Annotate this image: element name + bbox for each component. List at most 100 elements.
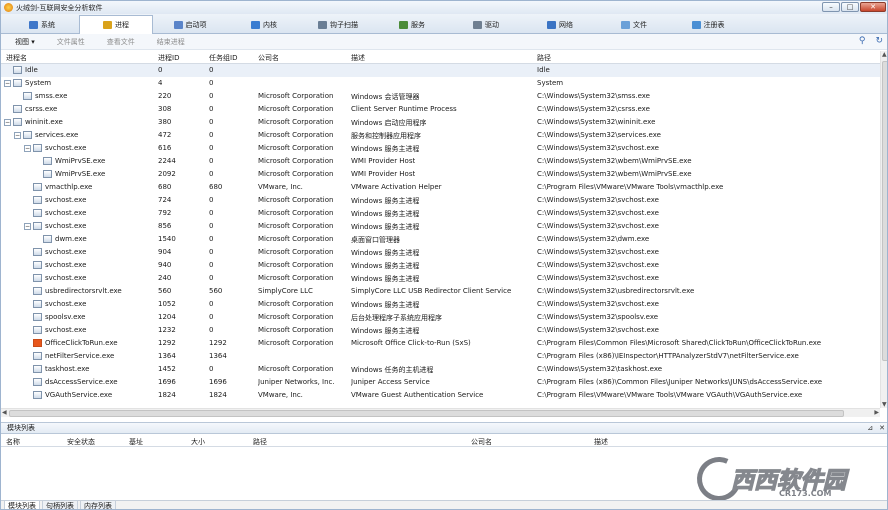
module-col-name-header[interactable]: 名称 bbox=[6, 437, 20, 447]
tab-handle-list[interactable]: 句柄列表 bbox=[42, 501, 78, 509]
scroll-right-icon[interactable]: ▶ bbox=[874, 409, 879, 416]
process-name: OfficeClickToRun.exe bbox=[45, 339, 118, 347]
table-row[interactable]: − svchost.exe 856 0 Microsoft Corporation Win… bbox=[1, 220, 880, 233]
cell-tgid: 0 bbox=[209, 274, 214, 282]
scroll-up-icon[interactable]: ▲ bbox=[882, 51, 887, 58]
cell-tgid: 0 bbox=[209, 144, 214, 152]
table-row[interactable]: svchost.exe 904 0 Microsoft Corporation Wind… bbox=[1, 246, 880, 259]
table-row[interactable]: WmiPrvSE.exe 2092 0 Microsoft Corporation WM… bbox=[1, 168, 880, 181]
collapse-toggle-icon[interactable]: − bbox=[24, 145, 31, 152]
cell-desc: Windows 服务主进程 bbox=[351, 197, 420, 205]
horizontal-scroll-thumb[interactable] bbox=[9, 410, 844, 417]
process-name: svchost.exe bbox=[45, 326, 87, 334]
tab-driver[interactable]: 驱动 bbox=[449, 15, 523, 34]
module-col-description-header[interactable]: 描述 bbox=[594, 437, 608, 447]
module-col-size-header[interactable]: 大小 bbox=[191, 437, 205, 447]
collapse-toggle-icon[interactable]: − bbox=[4, 119, 11, 126]
tab-network[interactable]: 网络 bbox=[523, 15, 597, 34]
table-row[interactable]: vmacthlp.exe 680 680 VMware, Inc. VMware Act… bbox=[1, 181, 880, 194]
cell-company: Microsoft Corporation bbox=[258, 157, 334, 165]
col-pid-header[interactable]: 进程ID bbox=[158, 53, 179, 63]
cell-company: Microsoft Corporation bbox=[258, 365, 334, 373]
refresh-icon[interactable]: ↻ bbox=[875, 36, 883, 46]
col-description-header[interactable]: 描述 bbox=[351, 53, 365, 63]
watermark-logo: 西西软件园 CR173.COM bbox=[690, 450, 869, 508]
table-row[interactable]: csrss.exe 308 0 Microsoft Corporation Client… bbox=[1, 103, 880, 116]
table-row[interactable]: netFilterService.exe 1364 1364 C:\Program F… bbox=[1, 350, 880, 363]
table-row[interactable]: OfficeClickToRun.exe 1292 1292 Microsoft Co… bbox=[1, 337, 880, 350]
view-menu[interactable]: 视图 ▾ bbox=[15, 37, 35, 47]
collapse-toggle-icon[interactable]: − bbox=[24, 223, 31, 230]
tab-hook[interactable]: 钩子扫描 bbox=[301, 15, 375, 34]
binoculars-icon[interactable]: ⚲ bbox=[859, 36, 866, 46]
table-row[interactable]: − System 4 0 System bbox=[1, 77, 880, 90]
process-icon bbox=[33, 274, 42, 282]
cell-path: C:\Windows\System32\svchost.exe bbox=[537, 300, 659, 308]
col-process-name-header[interactable]: 进程名 bbox=[6, 53, 27, 63]
scroll-down-icon[interactable]: ▼ bbox=[882, 401, 887, 408]
module-col-path-header[interactable]: 路径 bbox=[253, 437, 267, 447]
cell-tgid: 0 bbox=[209, 261, 214, 269]
col-path-header[interactable]: 路径 bbox=[537, 53, 551, 63]
process-icon bbox=[23, 92, 32, 100]
table-row[interactable]: smss.exe 220 0 Microsoft Corporation Windows… bbox=[1, 90, 880, 103]
process-icon bbox=[33, 261, 42, 269]
table-row[interactable]: svchost.exe 724 0 Microsoft Corporation Wind… bbox=[1, 194, 880, 207]
tab-module-list[interactable]: 模块列表 bbox=[4, 501, 40, 509]
view-file-button[interactable]: 查看文件 bbox=[107, 37, 135, 47]
collapse-toggle-icon[interactable]: − bbox=[4, 80, 11, 87]
cell-path: C:\Program Files\VMware\VMware Tools\VMw… bbox=[537, 391, 803, 399]
tab-memory-list[interactable]: 内存列表 bbox=[80, 501, 116, 509]
cell-tgid: 680 bbox=[209, 183, 223, 191]
horizontal-scrollbar[interactable]: ◀ ▶ bbox=[1, 408, 880, 417]
table-row[interactable]: Idle 0 0 Idle bbox=[1, 64, 880, 77]
tab-startup[interactable]: 启动项 bbox=[153, 15, 227, 34]
table-row[interactable]: − wininit.exe 380 0 Microsoft Corporation Win… bbox=[1, 116, 880, 129]
vertical-scroll-thumb[interactable] bbox=[882, 61, 887, 361]
collapse-toggle-icon[interactable]: − bbox=[14, 132, 21, 139]
tab-kernel[interactable]: 内核 bbox=[227, 15, 301, 34]
cell-pid: 904 bbox=[158, 248, 172, 256]
close-button[interactable]: ✕ bbox=[860, 2, 886, 12]
tab-service[interactable]: 服务 bbox=[375, 15, 449, 34]
module-col-security-status-header[interactable]: 安全状态 bbox=[67, 437, 95, 447]
table-row[interactable]: svchost.exe 1232 0 Microsoft Corporation Win… bbox=[1, 324, 880, 337]
module-col-company-header[interactable]: 公司名 bbox=[471, 437, 492, 447]
cell-path: C:\Windows\System32\svchost.exe bbox=[537, 222, 659, 230]
table-row[interactable]: svchost.exe 240 0 Microsoft Corporation Wind… bbox=[1, 272, 880, 285]
process-icon bbox=[33, 326, 42, 334]
cell-path: C:\Windows\System32\svchost.exe bbox=[537, 261, 659, 269]
panel-close-icon[interactable]: ✕ bbox=[879, 423, 885, 434]
table-row[interactable]: svchost.exe 940 0 Microsoft Corporation Wind… bbox=[1, 259, 880, 272]
table-row[interactable]: dwm.exe 1540 0 Microsoft Corporation 桌面窗口管理器… bbox=[1, 233, 880, 246]
end-process-button[interactable]: 结束进程 bbox=[157, 37, 185, 47]
col-company-header[interactable]: 公司名 bbox=[258, 53, 279, 63]
tab-monitor[interactable]: 系统 bbox=[5, 15, 79, 34]
table-row[interactable]: − services.exe 472 0 Microsoft Corporation 服务… bbox=[1, 129, 880, 142]
file-properties-button[interactable]: 文件属性 bbox=[57, 37, 85, 47]
table-row[interactable]: usbredirectorsrvlt.exe 560 560 SimplyCore L… bbox=[1, 285, 880, 298]
cell-pid: 240 bbox=[158, 274, 172, 282]
cell-desc: Windows 服务主进程 bbox=[351, 210, 420, 218]
maximize-button[interactable]: □ bbox=[841, 2, 859, 12]
table-row[interactable]: WmiPrvSE.exe 2244 0 Microsoft Corporation WM… bbox=[1, 155, 880, 168]
table-row[interactable]: VGAuthService.exe 1824 1824 VMware, Inc. VMw… bbox=[1, 389, 880, 402]
module-col-base-address-header[interactable]: 基址 bbox=[129, 437, 143, 447]
cell-tgid: 0 bbox=[209, 66, 214, 74]
minimize-button[interactable]: – bbox=[822, 2, 840, 12]
table-row[interactable]: svchost.exe 1052 0 Microsoft Corporation Win… bbox=[1, 298, 880, 311]
vertical-scrollbar[interactable]: ▲ ▼ bbox=[880, 51, 887, 408]
col-task-group-id-header[interactable]: 任务组ID bbox=[209, 53, 237, 63]
table-row[interactable]: dsAccessService.exe 1696 1696 Juniper Netwo… bbox=[1, 376, 880, 389]
tab-registry[interactable]: 注册表 bbox=[671, 15, 745, 34]
pin-icon[interactable]: ⊿ bbox=[867, 423, 873, 434]
table-row[interactable]: spoolsv.exe 1204 0 Microsoft Corporation 后台处… bbox=[1, 311, 880, 324]
table-row[interactable]: svchost.exe 792 0 Microsoft Corporation Wind… bbox=[1, 207, 880, 220]
tab-process[interactable]: 进程 bbox=[79, 15, 153, 34]
cell-tgid: 0 bbox=[209, 79, 214, 87]
table-row[interactable]: taskhost.exe 1452 0 Microsoft Corporation Wi… bbox=[1, 363, 880, 376]
table-row[interactable]: − svchost.exe 616 0 Microsoft Corporation Win… bbox=[1, 142, 880, 155]
process-name: WmiPrvSE.exe bbox=[55, 170, 106, 178]
tab-file[interactable]: 文件 bbox=[597, 15, 671, 34]
scroll-left-icon[interactable]: ◀ bbox=[2, 409, 7, 416]
